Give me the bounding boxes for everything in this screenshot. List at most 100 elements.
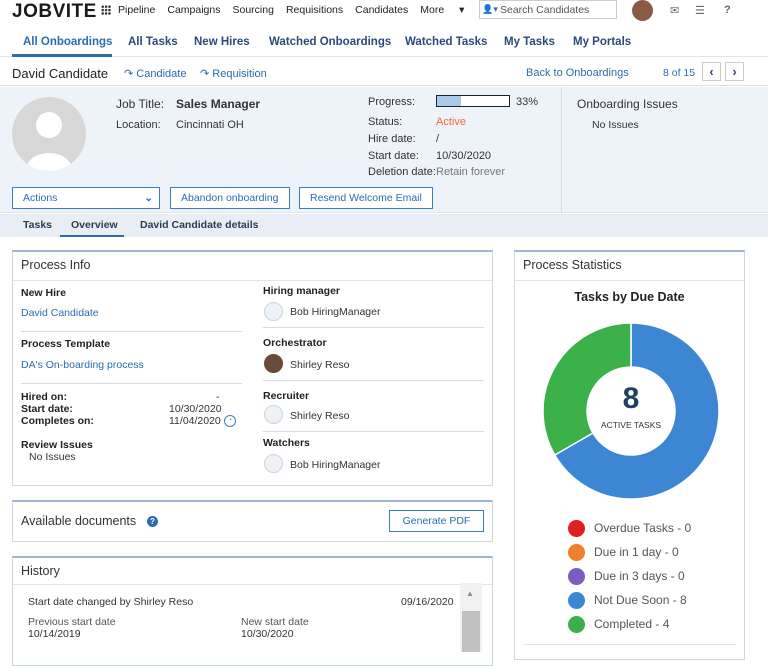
nav-sourcing[interactable]: Sourcing (233, 4, 274, 16)
legend-label: Not Due Soon - 8 (594, 593, 687, 607)
scroll-up-arrow[interactable]: ▲ (466, 589, 474, 598)
tab-watched-tasks[interactable]: Watched Tasks (405, 36, 487, 48)
panel-divider (515, 280, 744, 281)
orchestrator-label: Orchestrator (263, 337, 327, 349)
panel-divider (523, 644, 736, 645)
help-icon[interactable]: ? (147, 516, 158, 527)
available-documents-title: Available documents (21, 514, 137, 528)
nav-campaigns[interactable]: Campaigns (167, 4, 220, 16)
search-box: 👤▾ (479, 0, 617, 19)
new-hire-link[interactable]: David Candidate (21, 307, 99, 319)
candidate-link-label: Candidate (136, 68, 187, 80)
avatar (264, 302, 283, 321)
nav-requisitions[interactable]: Requisitions (286, 4, 343, 16)
abandon-onboarding-button[interactable]: Abandon onboarding (170, 187, 290, 209)
header-separator (561, 87, 562, 213)
status-value: Active (436, 116, 466, 128)
history-title: History (21, 564, 60, 578)
mail-icon[interactable]: ✉ (670, 4, 679, 17)
chevron-down-icon: ⌄ (144, 192, 153, 204)
job-title-value: Sales Manager (176, 97, 261, 111)
deletion-date-label: Deletion date: (368, 166, 436, 178)
subtab-candidate-details[interactable]: David Candidate details (140, 219, 258, 231)
process-template-link[interactable]: DA's On-boarding process (21, 359, 144, 371)
avatar (264, 405, 283, 424)
panel-divider (13, 280, 492, 281)
divider (263, 327, 484, 328)
candidate-link[interactable]: ↷ Candidate (124, 67, 186, 80)
available-documents-panel: Available documents ? Generate PDF (12, 500, 493, 542)
process-statistics-title: Process Statistics (523, 258, 622, 272)
nav-candidates[interactable]: Candidates (355, 4, 408, 16)
user-avatar[interactable] (632, 0, 653, 21)
next-candidate-button[interactable]: › (725, 62, 744, 81)
requisition-link[interactable]: ↷ Requisition (200, 67, 267, 80)
subtab-overview[interactable]: Overview (71, 219, 118, 231)
history-panel: History Start date changed by Shirley Re… (12, 556, 493, 666)
onboarding-issues-title: Onboarding Issues (577, 97, 678, 111)
help-icon[interactable]: ? (724, 4, 731, 16)
new-start-date-value: 10/30/2020 (241, 628, 294, 640)
progress-label: Progress: (368, 96, 416, 108)
process-info-title: Process Info (21, 258, 91, 272)
legend-label: Overdue Tasks - 0 (594, 521, 692, 535)
legend-swatch (568, 520, 585, 537)
onboarding-summary-panel: Job Title: Sales Manager Location: Cinci… (0, 87, 768, 213)
progress-percent: 33% (516, 96, 539, 108)
history-entry-date: 09/16/2020 (401, 596, 454, 608)
resend-welcome-email-button[interactable]: Resend Welcome Email (299, 187, 433, 209)
recruiter-label: Recruiter (263, 390, 310, 402)
actions-label: Actions (23, 192, 58, 204)
start-date-value: 10/30/2020 (436, 150, 492, 162)
divider (21, 331, 242, 332)
hired-on-value: - (216, 391, 220, 403)
actions-dropdown[interactable]: Actions ⌄ (12, 187, 160, 209)
generate-pdf-button[interactable]: Generate PDF (389, 510, 484, 532)
tab-all-onboardings[interactable]: All Onboardings (23, 36, 112, 48)
apps-grid-icon[interactable] (101, 5, 111, 15)
hire-date-label: Hire date: (368, 133, 416, 145)
hiring-manager-name: Bob HiringManager (290, 306, 381, 318)
legend-swatch (568, 568, 585, 585)
back-to-onboardings-link[interactable]: Back to Onboardings (526, 67, 629, 79)
nav-pipeline[interactable]: Pipeline (118, 4, 155, 16)
orchestrator-name: Shirley Reso (290, 359, 350, 371)
history-entry-text: Start date changed by Shirley Reso (28, 596, 194, 608)
start-date-value: 10/30/2020 (169, 403, 222, 415)
status-label: Status: (368, 116, 403, 128)
list-icon[interactable]: ☰ (695, 4, 705, 17)
top-navigation-bar: JOBVITE Pipeline Campaigns Sourcing Requ… (0, 0, 768, 22)
tab-my-tasks[interactable]: My Tasks (504, 36, 555, 48)
tab-watched-onboardings[interactable]: Watched Onboardings (269, 36, 391, 48)
detail-subtabs: Tasks Overview David Candidate details (0, 214, 768, 237)
hire-date-value: / (436, 133, 440, 145)
divider (263, 380, 484, 381)
subtab-tasks[interactable]: Tasks (23, 219, 52, 231)
candidate-name: David Candidate (12, 66, 109, 81)
search-input[interactable] (500, 3, 610, 16)
start-date-label: Start date: (368, 150, 419, 162)
prev-candidate-button[interactable]: ‹ (702, 62, 721, 81)
nav-more[interactable]: More ▾ (420, 4, 476, 16)
review-issues-value: No Issues (29, 451, 76, 463)
recruiter-name: Shirley Reso (290, 410, 350, 422)
scrollbar-thumb[interactable] (462, 611, 480, 652)
process-template-label: Process Template (21, 338, 111, 350)
completes-on-value: 11/04/2020 (169, 415, 221, 427)
divider (263, 431, 484, 432)
location-label: Location: (116, 119, 161, 131)
legend-label: Completed - 4 (594, 617, 670, 631)
start-date-label: Start date: (21, 403, 73, 415)
active-tab-indicator (12, 54, 112, 57)
tab-new-hires[interactable]: New Hires (194, 36, 250, 48)
history-scrollbar[interactable]: ▲ (460, 583, 482, 652)
process-info-panel: Process Info New Hire David Candidate Pr… (12, 250, 493, 486)
person-filter-icon[interactable]: 👤▾ (480, 4, 500, 15)
tab-all-tasks[interactable]: All Tasks (128, 36, 178, 48)
tab-my-portals[interactable]: My Portals (573, 36, 631, 48)
avatar (264, 354, 283, 373)
onboarding-issues-value: No Issues (592, 119, 639, 131)
jobvite-logo[interactable]: JOBVITE (12, 1, 97, 23)
deletion-date-value: Retain forever (436, 166, 506, 178)
watchers-name: Bob HiringManager (290, 459, 381, 471)
